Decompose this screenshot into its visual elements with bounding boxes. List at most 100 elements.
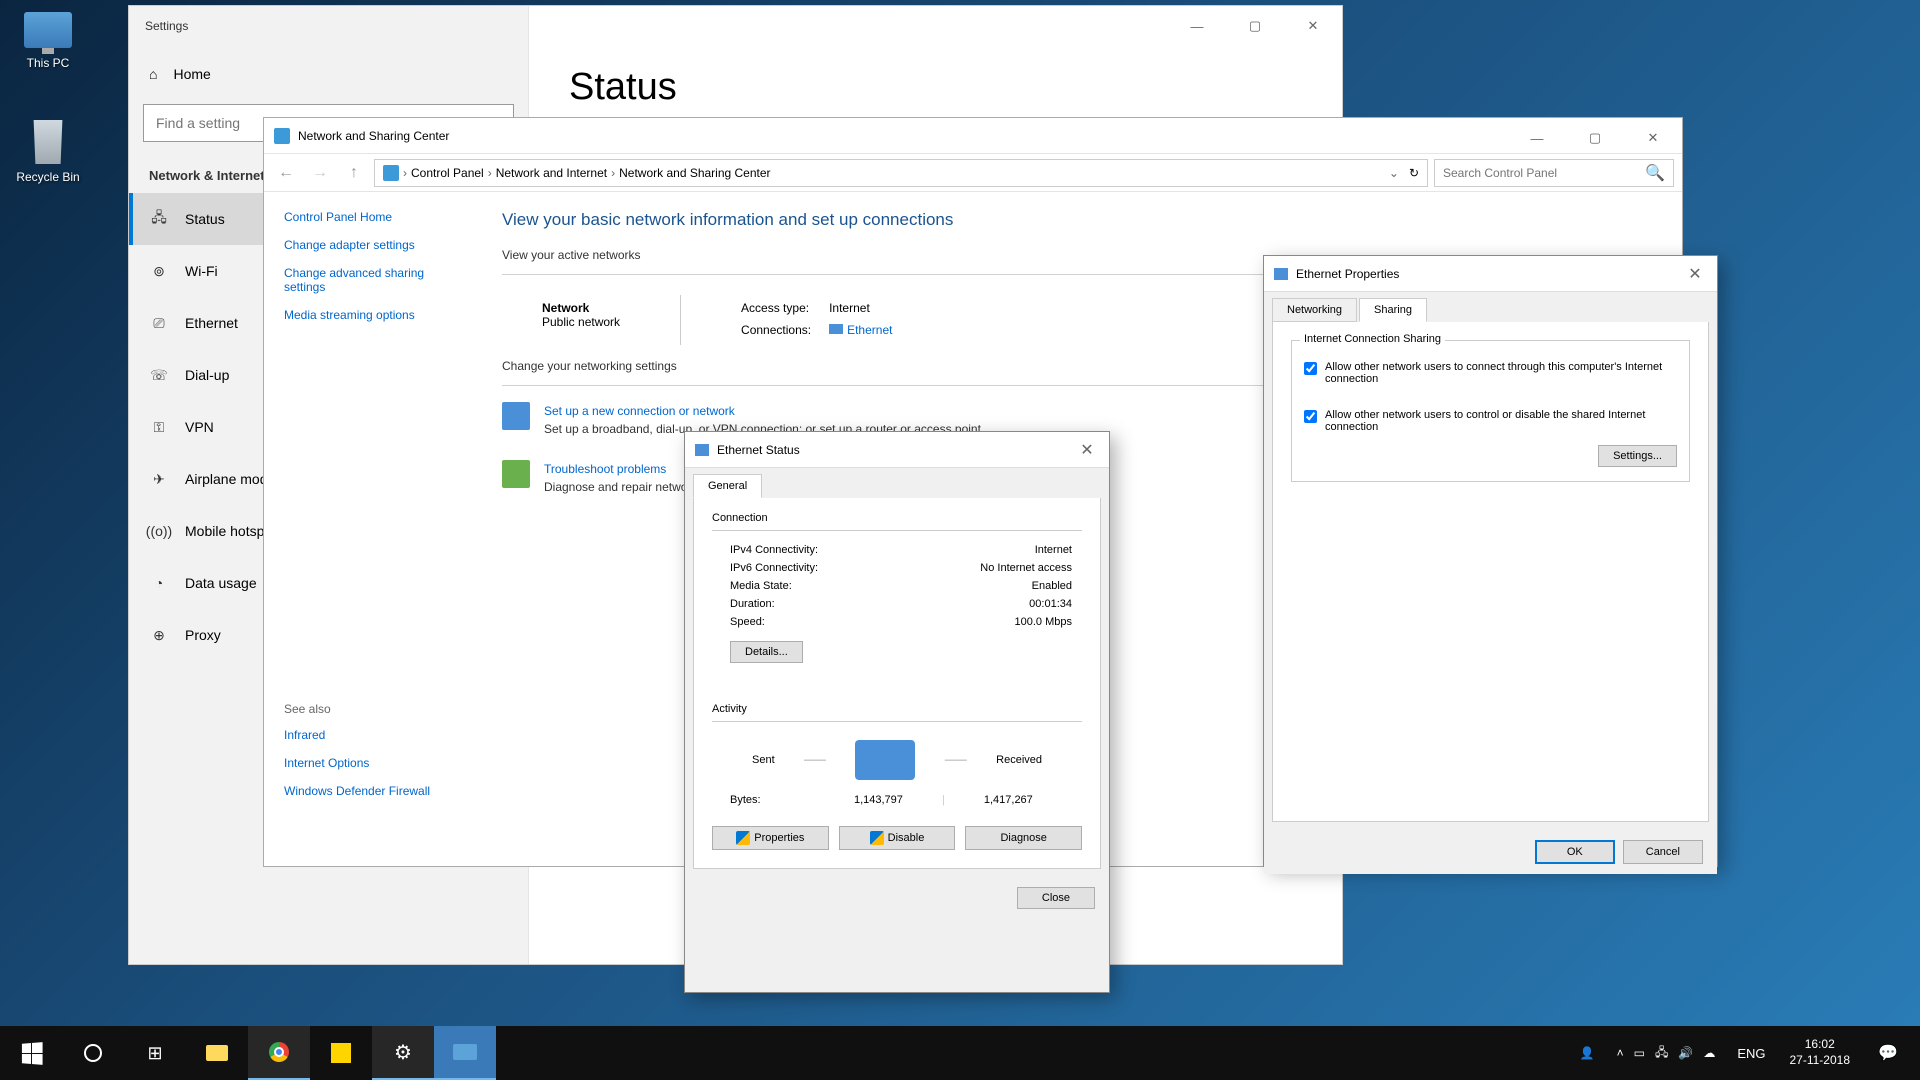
cp-nav: ← → ↑ › Control Panel › Network and Inte… [264,154,1682,192]
cp-search-input[interactable] [1443,166,1645,180]
airplane-icon: ✈ [149,469,169,489]
tray-chevron-icon[interactable]: ˄ [1617,1046,1624,1060]
people-button[interactable]: 👤 [1570,1046,1605,1060]
diagnose-button[interactable]: Diagnose [965,826,1082,850]
desktop-icon-recycle-bin[interactable]: Recycle Bin [10,120,86,184]
cp-titlebar[interactable]: Network and Sharing Center — ▢ ✕ [264,118,1682,154]
chrome-button[interactable] [248,1026,310,1080]
network-icon [383,165,399,181]
close-button[interactable]: ✕ [1681,264,1709,284]
network-activity-icon [855,740,915,780]
action-center-button[interactable]: 💬 [1864,1026,1912,1080]
back-button[interactable]: ← [272,159,300,187]
chevron-down-icon[interactable]: ⌄ [1389,166,1399,180]
tab-networking[interactable]: Networking [1272,298,1357,322]
cp-heading: View your basic network information and … [502,210,1654,230]
control-panel-taskbar-button[interactable] [434,1026,496,1080]
allow-connect-checkbox[interactable]: Allow other network users to connect thr… [1304,361,1677,385]
close-button[interactable]: ✕ [1284,6,1342,46]
allow-control-checkbox[interactable]: Allow other network users to control or … [1304,409,1677,433]
desktop-icon-label: Recycle Bin [16,170,79,184]
cp-home-link[interactable]: Control Panel Home [284,210,454,224]
breadcrumb-item[interactable]: Network and Internet [496,166,607,180]
proxy-icon: ⊕ [149,625,169,645]
desktop-icon-this-pc[interactable]: This PC [10,12,86,70]
internet-options-link[interactable]: Internet Options [284,756,454,770]
firewall-link[interactable]: Windows Defender Firewall [284,784,454,798]
ethernet-icon: ⎚ [149,313,169,333]
ipv4-label: IPv4 Connectivity: [730,544,818,556]
refresh-icon[interactable]: ↻ [1409,166,1419,180]
cp-search[interactable]: 🔍 [1434,159,1674,187]
ethernet-properties-dialog: Ethernet Properties ✕ Networking Sharing… [1263,255,1718,867]
maximize-button[interactable]: ▢ [1226,6,1284,46]
onedrive-icon[interactable]: ☁ [1703,1046,1715,1060]
connection-label: Connection [712,512,1082,524]
dlg-title: Ethernet Status [717,443,800,457]
minimize-button[interactable]: — [1508,118,1566,158]
properties-button[interactable]: Properties [712,826,829,850]
language-indicator[interactable]: ENG [1727,1046,1775,1061]
allow-connect-input[interactable] [1304,362,1317,375]
dlg-titlebar[interactable]: Ethernet Properties ✕ [1264,256,1717,292]
sticky-notes-button[interactable] [310,1026,372,1080]
access-type-value: Internet [829,301,892,317]
close-button[interactable]: ✕ [1073,440,1101,460]
troubleshoot-link[interactable]: Troubleshoot problems [544,462,666,476]
search-icon[interactable]: 🔍 [1645,163,1665,183]
cp-sidebar: Control Panel Home Change adapter settin… [264,192,474,866]
file-explorer-button[interactable] [186,1026,248,1080]
speed-label: Speed: [730,616,765,628]
ics-settings-button[interactable]: Settings... [1598,445,1677,467]
ok-button[interactable]: OK [1535,840,1615,864]
infrared-link[interactable]: Infrared [284,728,454,742]
dlg-titlebar[interactable]: Ethernet Status ✕ [685,432,1109,468]
breadcrumb[interactable]: › Control Panel › Network and Internet ›… [374,159,1428,187]
clock[interactable]: 16:02 27-11-2018 [1778,1037,1863,1068]
up-button[interactable]: ↑ [340,159,368,187]
start-button[interactable] [0,1026,62,1080]
ethernet-status-dialog: Ethernet Status ✕ General Connection IPv… [684,431,1110,993]
tab-general[interactable]: General [693,474,762,498]
ethernet-link[interactable]: Ethernet [847,323,892,337]
sidebar-item-label: Ethernet [185,315,238,331]
allow-control-input[interactable] [1304,410,1317,423]
hotspot-icon: ((o)) [149,521,169,541]
maximize-button[interactable]: ▢ [1566,118,1624,158]
breadcrumb-item[interactable]: Control Panel [411,166,484,180]
page-title: Status [569,66,1302,109]
taskview-button[interactable]: ⊞ [124,1026,186,1080]
change-adapter-link[interactable]: Change adapter settings [284,238,454,252]
settings-titlebar[interactable]: Settings — ▢ ✕ [129,6,1342,46]
access-type-label: Access type: [741,301,811,317]
close-dialog-button[interactable]: Close [1017,887,1095,909]
cortana-button[interactable] [62,1026,124,1080]
close-button[interactable]: ✕ [1624,118,1682,158]
setup-icon [502,402,530,430]
settings-title: Settings [145,19,188,33]
cancel-button[interactable]: Cancel [1623,840,1703,864]
ics-fieldset: Internet Connection Sharing Allow other … [1291,340,1690,482]
breadcrumb-item[interactable]: Network and Sharing Center [619,166,770,180]
media-streaming-link[interactable]: Media streaming options [284,308,454,322]
volume-icon[interactable]: 🔊 [1678,1046,1693,1060]
sidebar-item-label: Dial-up [185,367,229,383]
bytes-label: Bytes: [730,794,823,806]
ipv6-value: No Internet access [980,562,1072,574]
desktop-icon-label: This PC [27,56,70,70]
battery-icon[interactable]: ▭ [1634,1046,1645,1060]
dialup-icon: ☏ [149,365,169,385]
forward-button[interactable]: → [306,159,334,187]
minimize-button[interactable]: — [1168,6,1226,46]
settings-home[interactable]: ⌂ Home [129,54,528,94]
network-name: Network [542,301,620,315]
advanced-sharing-link[interactable]: Change advanced sharing settings [284,266,454,294]
tab-sharing[interactable]: Sharing [1359,298,1427,322]
bytes-received: 1,417,267 [953,794,1064,806]
home-icon: ⌂ [149,66,157,82]
details-button[interactable]: Details... [730,641,803,663]
settings-taskbar-button[interactable]: ⚙ [372,1026,434,1080]
disable-button[interactable]: Disable [839,826,956,850]
setup-connection-link[interactable]: Set up a new connection or network [544,404,735,418]
network-tray-icon[interactable]: 🖧 [1655,1043,1668,1064]
